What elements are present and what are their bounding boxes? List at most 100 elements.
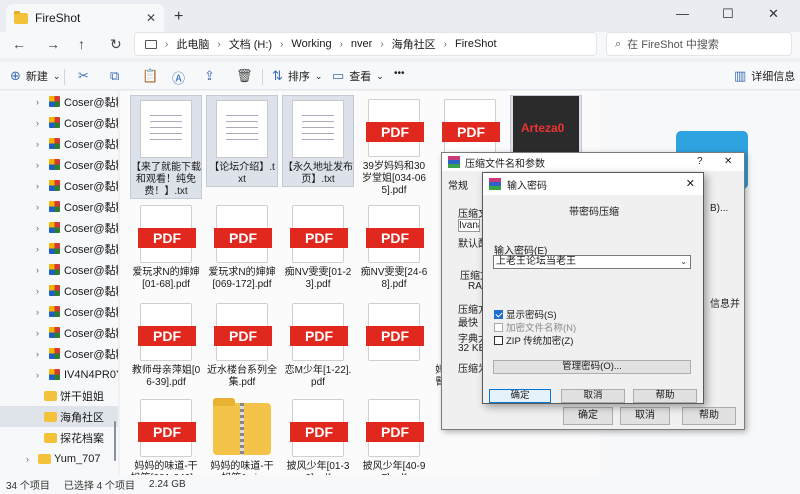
more-button[interactable]: ••• (394, 68, 405, 79)
cut-icon[interactable]: ✂ (78, 68, 89, 84)
sidebar-item[interactable]: › Coser@黏糊 (0, 343, 118, 364)
maximize-button[interactable]: ☐ (722, 6, 734, 22)
details-button[interactable]: ▥ 详细信息 (734, 68, 795, 84)
file-item[interactable]: PDF 妈妈的味道-干妈篇[001-040].pdf (130, 395, 202, 475)
chevron-right-icon[interactable]: › (36, 265, 39, 275)
file-item[interactable]: PDF 恋M少年[1-22].pdf (282, 299, 354, 389)
password-input[interactable]: 上老王论坛当老王 ⌄ (493, 255, 691, 269)
file-item[interactable]: PDF 教师母亲萍姐[06-39].pdf (130, 299, 202, 389)
close-window-button[interactable]: ✕ (768, 6, 779, 22)
sidebar-item[interactable]: › Coser@黏糊 (0, 301, 118, 322)
show-password-checkbox[interactable]: 显示密码(S) (494, 307, 557, 321)
password-cancel-button[interactable]: 取消 (561, 389, 625, 403)
back-button[interactable]: ← (12, 36, 26, 52)
sidebar-item[interactable]: › Coser@黏糊 (0, 322, 118, 343)
sidebar-item[interactable]: › Coser@黏糊 (0, 238, 118, 259)
password-ok-button[interactable]: 确定 (489, 389, 551, 403)
breadcrumb-item[interactable]: 海角社区 (392, 36, 436, 52)
chevron-right-icon[interactable]: › (26, 454, 29, 464)
archive-cancel-button[interactable]: 取消 (620, 407, 670, 425)
tab-close-icon[interactable]: ✕ (146, 11, 156, 25)
up-button[interactable]: ↑ (78, 36, 85, 52)
file-item[interactable]: PDF 披风少年[01-39].pdf (282, 395, 354, 475)
sidebar-item[interactable]: 饼干姐姐 (0, 385, 118, 406)
file-item[interactable]: 【论坛介绍】.txt (206, 95, 278, 187)
chevron-right-icon[interactable]: › (36, 160, 39, 170)
sidebar-item[interactable]: › Coser@黏糊 (0, 196, 118, 217)
tab-fireshot[interactable]: FireShot ✕ (6, 4, 164, 32)
tab-general[interactable]: 常规 (448, 177, 468, 192)
forward-button[interactable]: → (46, 36, 60, 52)
sidebar-item[interactable]: › Coser@黏糊 (0, 217, 118, 238)
sidebar-item[interactable]: › Coser@黏糊 (0, 112, 118, 133)
password-help-button[interactable]: 帮助 (633, 389, 697, 403)
sidebar-item[interactable]: 探花档案 (0, 427, 118, 448)
archive-help-button[interactable]: 帮助 (682, 407, 736, 425)
chevron-right-icon[interactable]: › (36, 202, 39, 212)
address-bar[interactable]: › 此电脑 › 文档 (H:) › Working › nver › 海角社区 … (134, 32, 597, 56)
minimize-button[interactable]: — (676, 6, 689, 21)
encrypt-names-checkbox[interactable]: 加密文件名称(N) (494, 320, 576, 334)
file-item[interactable]: PDF 披风少年[40-97].pdf (358, 395, 430, 475)
breadcrumb-item[interactable]: 文档 (H:) (229, 36, 272, 52)
share-icon[interactable]: ⇪ (204, 68, 215, 84)
chevron-right-icon[interactable]: › (36, 181, 39, 191)
sidebar-item[interactable]: › Coser@黏糊 (0, 175, 118, 196)
sidebar-item[interactable]: › Coser@黏糊 (0, 154, 118, 175)
close-icon[interactable]: ✕ (686, 177, 695, 190)
breadcrumb-item[interactable]: Working (291, 38, 331, 50)
chevron-right-icon[interactable]: › (36, 286, 39, 296)
close-icon[interactable]: ✕ (724, 156, 732, 167)
paste-icon[interactable]: 📋 (142, 68, 158, 84)
archive-ok-button[interactable]: 确定 (563, 407, 613, 425)
breadcrumb-item[interactable]: nver (351, 38, 372, 50)
sidebar-item[interactable]: › Coser@黏糊 (0, 133, 118, 154)
refresh-button[interactable]: ↻ (110, 36, 122, 53)
sidebar-item[interactable]: › Coser@黏糊 (0, 280, 118, 301)
chevron-right-icon[interactable]: › (36, 97, 39, 107)
breadcrumb-item[interactable]: FireShot (455, 38, 497, 50)
archive-name-field[interactable]: Ivana (458, 219, 480, 232)
breadcrumb-item[interactable]: 此电脑 (176, 36, 209, 52)
copy-icon[interactable]: ⧉ (110, 68, 119, 84)
browse-button[interactable]: B)... (710, 203, 728, 214)
chevron-right-icon[interactable]: › (36, 223, 39, 233)
rename-icon[interactable]: Ⓐ (172, 68, 185, 87)
file-item[interactable]: 妈妈的味道-干妈篇1.zip (206, 395, 278, 475)
zip-legacy-checkbox[interactable]: ZIP 传统加密(Z) (494, 333, 573, 347)
file-item[interactable]: PDF (358, 299, 430, 365)
view-button[interactable]: ▭ 查看 ⌄ (332, 68, 384, 84)
file-item[interactable]: PDF 痴NV雯雯[24-68].pdf (358, 201, 430, 291)
chevron-down-icon[interactable]: ⌄ (680, 256, 687, 268)
file-item[interactable]: PDF 痴NV雯雯[01-23].pdf (282, 201, 354, 291)
sidebar-item[interactable]: 海角社区 (0, 406, 118, 427)
chevron-right-icon[interactable]: › (36, 244, 39, 254)
compression-method-value[interactable]: 最快 (458, 314, 478, 329)
sidebar-item[interactable]: › Coser@黏糊 (0, 91, 118, 112)
chevron-right-icon[interactable]: › (36, 118, 39, 128)
file-item[interactable]: PDF 近水楼台系列全集.pdf (206, 299, 278, 389)
help-icon[interactable]: ? (697, 156, 703, 167)
new-button[interactable]: ⊕ 新建 ⌄ (10, 68, 60, 84)
chevron-right-icon[interactable]: › (36, 139, 39, 149)
manage-passwords-button[interactable]: 管理密码(O)... (493, 360, 691, 374)
file-item[interactable]: 【永久地址发布页】.txt (282, 95, 354, 187)
file-item[interactable]: PDF 爱玩求N的婶婶[01-68].pdf (130, 201, 202, 291)
chevron-right-icon[interactable]: › (36, 307, 39, 317)
rar-radio[interactable]: RA (468, 281, 482, 292)
pdf-file-icon: PDF (138, 399, 196, 457)
chevron-right-icon[interactable]: › (36, 328, 39, 338)
chevron-right-icon[interactable]: › (36, 370, 39, 380)
sort-button[interactable]: ⇅ 排序 ⌄ (272, 68, 322, 84)
sidebar-item[interactable]: › Yum_707 (0, 448, 118, 469)
delete-icon[interactable]: 🗑 (236, 68, 253, 84)
file-item[interactable]: PDF 爱玩求N的婶婶[069-172].pdf (206, 201, 278, 291)
file-item[interactable]: PDF 39岁妈妈和30岁堂姐[034-065].pdf (358, 95, 430, 197)
file-item[interactable]: 【来了就能下载和观看！纯免费！】.txt (130, 95, 202, 199)
new-tab-button[interactable]: + (174, 8, 183, 26)
sidebar-item[interactable]: › Coser@黏糊 (0, 259, 118, 280)
search-box[interactable]: ⌕ 在 FireShot 中搜索 (606, 32, 792, 56)
scrollbar[interactable] (114, 421, 116, 461)
chevron-right-icon[interactable]: › (36, 349, 39, 359)
sidebar-item[interactable]: › IV4N4PR0Y (0, 364, 118, 385)
